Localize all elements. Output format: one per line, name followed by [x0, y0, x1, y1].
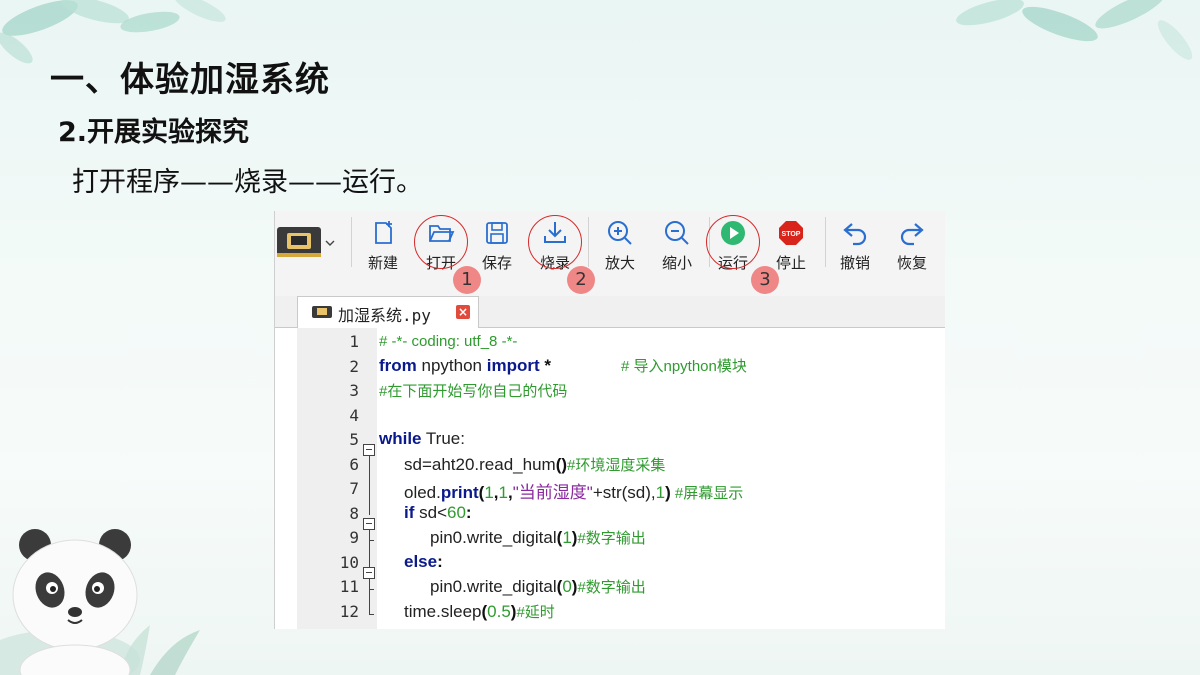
save-button[interactable]: 保存: [471, 217, 523, 273]
stop-button[interactable]: STOP 停止: [765, 217, 817, 273]
redo-button-label: 恢复: [896, 254, 927, 272]
fold-end-tick: [369, 589, 374, 590]
zoom-in-icon: [608, 221, 632, 245]
undo-icon: [843, 223, 867, 246]
fold-guide: [369, 455, 370, 515]
fold-end-tick: [369, 614, 374, 615]
line-number: 3: [349, 381, 359, 400]
editor-tab-bar: 加湿系统.py ×: [275, 296, 945, 328]
redo-button[interactable]: 恢复: [886, 217, 938, 273]
code-line-8: if sd<60:: [404, 503, 472, 522]
code-line-11: pin0.write_digital(0)#数字输出: [430, 577, 646, 596]
line-number: 9: [349, 528, 359, 547]
line-number: 10: [339, 553, 359, 572]
ide-window: 新建 打开 保存 烧录 放大 缩小 运行 STOP 停止 撤销 恢复 1 2 3…: [274, 211, 945, 629]
zoom-out-icon: [665, 221, 689, 245]
line-number: 7: [349, 479, 359, 498]
zoom-in-button[interactable]: 放大: [594, 217, 646, 273]
toolbar-separator: [588, 217, 589, 267]
open-highlight-circle: [414, 215, 468, 269]
new-button[interactable]: 新建: [357, 217, 409, 273]
svg-text:STOP: STOP: [782, 231, 801, 238]
fold-guide: [369, 529, 370, 567]
code-line-7: oled.print(1,1,"当前湿度"+str(sd),1) #屏幕显示: [404, 483, 744, 502]
new-button-label: 新建: [367, 254, 398, 272]
toolbar: 新建 打开 保存 烧录 放大 缩小 运行 STOP 停止 撤销 恢复 1 2 3: [275, 211, 945, 296]
zoom-in-button-label: 放大: [604, 254, 635, 272]
zoom-out-button-label: 缩小: [661, 254, 692, 272]
redo-icon: [900, 223, 924, 246]
line-number: 12: [339, 602, 359, 621]
new-file-icon: [375, 221, 392, 244]
undo-button-label: 撤销: [839, 254, 870, 272]
slide-title: 一、体验加湿系统: [50, 60, 330, 100]
flash-highlight-circle: [528, 215, 582, 269]
code-line-9: pin0.write_digital(1)#数字输出: [430, 528, 646, 547]
code-line-10: else:: [404, 552, 443, 571]
step-badge-3: 3: [751, 266, 779, 294]
line-number: 11: [339, 577, 359, 596]
tab-file[interactable]: 加湿系统.py ×: [297, 296, 479, 328]
code-line-5: while True:: [379, 429, 465, 448]
step-badge-2: 2: [567, 266, 595, 294]
undo-button[interactable]: 撤销: [829, 217, 881, 273]
code-line-2: from npython import * # 导入npython模块: [379, 356, 747, 375]
device-dropdown-chevron-icon[interactable]: [323, 225, 337, 261]
code-editor[interactable]: # -*- coding: utf_8 -*- from npython imp…: [377, 328, 945, 629]
line-number: 2: [349, 357, 359, 376]
line-number: 1: [349, 332, 359, 351]
save-button-label: 保存: [481, 254, 512, 272]
leaf-decoration-top-right: [956, 0, 1193, 60]
code-line-6: sd=aht20.read_hum()#环境湿度采集: [404, 455, 666, 474]
line-number: 6: [349, 455, 359, 474]
toolbar-separator: [351, 217, 352, 267]
zoom-out-button[interactable]: 缩小: [651, 217, 703, 273]
code-line-12: time.sleep(0.5)#延时: [404, 602, 555, 621]
line-number: 5: [349, 430, 359, 449]
microbit-file-icon: [312, 306, 332, 318]
line-number-gutter: 1 2 3 4 5 6 7 8 9 10 11 12: [297, 328, 377, 629]
slide-body-text: 打开程序——烧录——运行。: [72, 167, 423, 198]
line-number: 4: [349, 406, 359, 425]
line-number: 8: [349, 504, 359, 523]
save-icon: [486, 222, 508, 244]
slide-subtitle: 2.开展实验探究: [58, 117, 250, 148]
code-line-3: #在下面开始写你自己的代码: [379, 383, 568, 400]
panda-illustration: [0, 529, 200, 675]
code-line-1: # -*- coding: utf_8 -*-: [379, 333, 518, 350]
run-highlight-circle: [706, 215, 760, 269]
stop-sign-icon: STOP: [779, 221, 803, 245]
step-badge-1: 1: [453, 266, 481, 294]
toolbar-separator: [825, 217, 826, 267]
tab-filename: 加湿系统.py: [338, 306, 431, 325]
microbit-device-icon[interactable]: [275, 223, 323, 261]
fold-guide: [369, 578, 370, 614]
fold-end-tick: [369, 540, 374, 541]
close-tab-icon[interactable]: ×: [456, 305, 470, 319]
